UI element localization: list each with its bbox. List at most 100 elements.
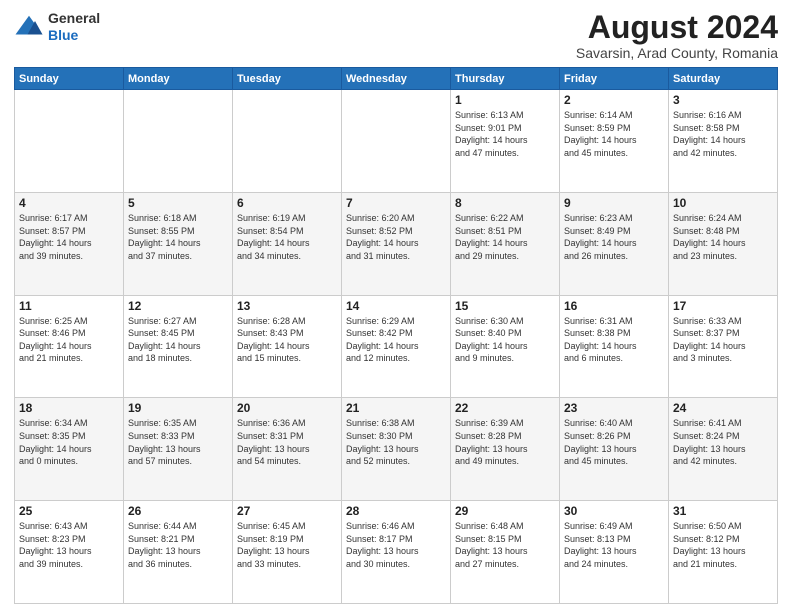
day-number: 17: [673, 299, 773, 313]
day-info: Sunrise: 6:22 AM Sunset: 8:51 PM Dayligh…: [455, 212, 555, 262]
day-info: Sunrise: 6:39 AM Sunset: 8:28 PM Dayligh…: [455, 417, 555, 467]
calendar-week-4: 18 Sunrise: 6:34 AM Sunset: 8:35 PM Dayli…: [15, 398, 778, 501]
day-number: 13: [237, 299, 337, 313]
day-number: 5: [128, 196, 228, 210]
calendar-cell: 23 Sunrise: 6:40 AM Sunset: 8:26 PM Dayli…: [560, 398, 669, 501]
calendar-week-1: 1 Sunrise: 6:13 AM Sunset: 9:01 PM Daylig…: [15, 90, 778, 193]
day-info: Sunrise: 6:44 AM Sunset: 8:21 PM Dayligh…: [128, 520, 228, 570]
calendar-cell: 11Sunrise: 6:25 AM Sunset: 8:46 PM Dayli…: [15, 295, 124, 398]
calendar-cell: 29 Sunrise: 6:48 AM Sunset: 8:15 PM Dayli…: [451, 501, 560, 604]
day-info: Sunrise: 6:18 AM Sunset: 8:55 PM Dayligh…: [128, 212, 228, 262]
day-info: Sunrise: 6:31 AM Sunset: 8:38 PM Dayligh…: [564, 315, 664, 365]
day-info: Sunrise: 6:20 AM Sunset: 8:52 PM Dayligh…: [346, 212, 446, 262]
calendar-cell: 30 Sunrise: 6:49 AM Sunset: 8:13 PM Dayli…: [560, 501, 669, 604]
day-info: Sunrise: 6:35 AM Sunset: 8:33 PM Dayligh…: [128, 417, 228, 467]
calendar-week-5: 25 Sunrise: 6:43 AM Sunset: 8:23 PM Dayli…: [15, 501, 778, 604]
logo-text: General Blue: [48, 10, 100, 44]
calendar-cell: 24 Sunrise: 6:41 AM Sunset: 8:24 PM Dayli…: [669, 398, 778, 501]
day-info: Sunrise: 6:17 AM Sunset: 8:57 PM Dayligh…: [19, 212, 119, 262]
calendar-cell: 31 Sunrise: 6:50 AM Sunset: 8:12 PM Dayli…: [669, 501, 778, 604]
calendar-cell: 14 Sunrise: 6:29 AM Sunset: 8:42 PM Dayli…: [342, 295, 451, 398]
day-number: 18: [19, 401, 119, 415]
day-number: 8: [455, 196, 555, 210]
calendar-cell: 17 Sunrise: 6:33 AM Sunset: 8:37 PM Dayli…: [669, 295, 778, 398]
location-subtitle: Savarsin, Arad County, Romania: [576, 45, 778, 61]
calendar-cell: 10 Sunrise: 6:24 AM Sunset: 8:48 PM Dayli…: [669, 192, 778, 295]
day-info: Sunrise: 6:43 AM Sunset: 8:23 PM Dayligh…: [19, 520, 119, 570]
calendar-cell: 1 Sunrise: 6:13 AM Sunset: 9:01 PM Daylig…: [451, 90, 560, 193]
calendar-cell: 9 Sunrise: 6:23 AM Sunset: 8:49 PM Daylig…: [560, 192, 669, 295]
day-number: 10: [673, 196, 773, 210]
day-number: 2: [564, 93, 664, 107]
day-info: Sunrise: 6:41 AM Sunset: 8:24 PM Dayligh…: [673, 417, 773, 467]
day-number: 27: [237, 504, 337, 518]
calendar-cell: 21Sunrise: 6:38 AM Sunset: 8:30 PM Dayli…: [342, 398, 451, 501]
weekday-header-tuesday: Tuesday: [233, 68, 342, 90]
day-number: 20: [237, 401, 337, 415]
calendar-cell: 15Sunrise: 6:30 AM Sunset: 8:40 PM Dayli…: [451, 295, 560, 398]
calendar-week-2: 4Sunrise: 6:17 AM Sunset: 8:57 PM Daylig…: [15, 192, 778, 295]
calendar-cell: 19 Sunrise: 6:35 AM Sunset: 8:33 PM Dayli…: [124, 398, 233, 501]
day-number: 22: [455, 401, 555, 415]
day-number: 21: [346, 401, 446, 415]
day-number: 15: [455, 299, 555, 313]
day-number: 11: [19, 299, 119, 313]
calendar-cell: 8 Sunrise: 6:22 AM Sunset: 8:51 PM Daylig…: [451, 192, 560, 295]
calendar-week-3: 11Sunrise: 6:25 AM Sunset: 8:46 PM Dayli…: [15, 295, 778, 398]
day-info: Sunrise: 6:34 AM Sunset: 8:35 PM Dayligh…: [19, 417, 119, 467]
calendar-cell: 5 Sunrise: 6:18 AM Sunset: 8:55 PM Daylig…: [124, 192, 233, 295]
calendar-cell: 6Sunrise: 6:19 AM Sunset: 8:54 PM Daylig…: [233, 192, 342, 295]
header: General Blue August 2024 Savarsin, Arad …: [14, 10, 778, 61]
calendar-cell: 18 Sunrise: 6:34 AM Sunset: 8:35 PM Dayli…: [15, 398, 124, 501]
day-number: 25: [19, 504, 119, 518]
day-info: Sunrise: 6:40 AM Sunset: 8:26 PM Dayligh…: [564, 417, 664, 467]
calendar-cell: 12Sunrise: 6:27 AM Sunset: 8:45 PM Dayli…: [124, 295, 233, 398]
weekday-header-thursday: Thursday: [451, 68, 560, 90]
day-number: 19: [128, 401, 228, 415]
calendar-cell: [15, 90, 124, 193]
day-info: Sunrise: 6:16 AM Sunset: 8:58 PM Dayligh…: [673, 109, 773, 159]
day-info: Sunrise: 6:24 AM Sunset: 8:48 PM Dayligh…: [673, 212, 773, 262]
day-info: Sunrise: 6:49 AM Sunset: 8:13 PM Dayligh…: [564, 520, 664, 570]
day-number: 28: [346, 504, 446, 518]
weekday-header-saturday: Saturday: [669, 68, 778, 90]
day-number: 3: [673, 93, 773, 107]
calendar-cell: 7 Sunrise: 6:20 AM Sunset: 8:52 PM Daylig…: [342, 192, 451, 295]
calendar-cell: 27 Sunrise: 6:45 AM Sunset: 8:19 PM Dayli…: [233, 501, 342, 604]
day-info: Sunrise: 6:13 AM Sunset: 9:01 PM Dayligh…: [455, 109, 555, 159]
day-info: Sunrise: 6:50 AM Sunset: 8:12 PM Dayligh…: [673, 520, 773, 570]
title-block: August 2024 Savarsin, Arad County, Roman…: [576, 10, 778, 61]
day-number: 30: [564, 504, 664, 518]
day-number: 24: [673, 401, 773, 415]
calendar-table: SundayMondayTuesdayWednesdayThursdayFrid…: [14, 67, 778, 604]
day-number: 9: [564, 196, 664, 210]
weekday-header-friday: Friday: [560, 68, 669, 90]
day-info: Sunrise: 6:48 AM Sunset: 8:15 PM Dayligh…: [455, 520, 555, 570]
day-number: 16: [564, 299, 664, 313]
logo-icon: [14, 12, 44, 42]
calendar-cell: 25 Sunrise: 6:43 AM Sunset: 8:23 PM Dayli…: [15, 501, 124, 604]
calendar-cell: 26 Sunrise: 6:44 AM Sunset: 8:21 PM Dayli…: [124, 501, 233, 604]
calendar-cell: 20 Sunrise: 6:36 AM Sunset: 8:31 PM Dayli…: [233, 398, 342, 501]
day-number: 6: [237, 196, 337, 210]
calendar-cell: 22 Sunrise: 6:39 AM Sunset: 8:28 PM Dayli…: [451, 398, 560, 501]
page: General Blue August 2024 Savarsin, Arad …: [0, 0, 792, 612]
day-number: 14: [346, 299, 446, 313]
day-info: Sunrise: 6:23 AM Sunset: 8:49 PM Dayligh…: [564, 212, 664, 262]
day-info: Sunrise: 6:33 AM Sunset: 8:37 PM Dayligh…: [673, 315, 773, 365]
calendar-cell: 16 Sunrise: 6:31 AM Sunset: 8:38 PM Dayli…: [560, 295, 669, 398]
day-info: Sunrise: 6:29 AM Sunset: 8:42 PM Dayligh…: [346, 315, 446, 365]
day-number: 26: [128, 504, 228, 518]
calendar-cell: 28Sunrise: 6:46 AM Sunset: 8:17 PM Dayli…: [342, 501, 451, 604]
day-number: 1: [455, 93, 555, 107]
day-number: 7: [346, 196, 446, 210]
day-number: 29: [455, 504, 555, 518]
day-number: 23: [564, 401, 664, 415]
day-info: Sunrise: 6:36 AM Sunset: 8:31 PM Dayligh…: [237, 417, 337, 467]
calendar-cell: 2Sunrise: 6:14 AM Sunset: 8:59 PM Daylig…: [560, 90, 669, 193]
day-info: Sunrise: 6:28 AM Sunset: 8:43 PM Dayligh…: [237, 315, 337, 365]
day-info: Sunrise: 6:45 AM Sunset: 8:19 PM Dayligh…: [237, 520, 337, 570]
calendar-cell: 3 Sunrise: 6:16 AM Sunset: 8:58 PM Daylig…: [669, 90, 778, 193]
weekday-header-row: SundayMondayTuesdayWednesdayThursdayFrid…: [15, 68, 778, 90]
day-number: 31: [673, 504, 773, 518]
